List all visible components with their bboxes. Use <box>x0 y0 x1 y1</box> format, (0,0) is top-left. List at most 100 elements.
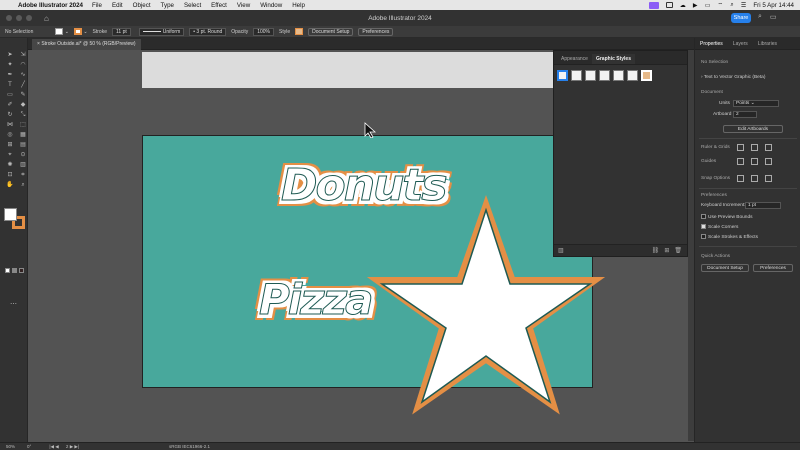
blend-tool-icon[interactable]: ⊙ <box>18 152 28 159</box>
opacity-field[interactable]: 100% <box>253 27 275 36</box>
variable-width-profile[interactable]: Uniform <box>138 27 185 36</box>
gradient-tool-icon[interactable]: ▤ <box>18 142 28 149</box>
width-tool-icon[interactable]: ⋈ <box>5 122 15 129</box>
magic-wand-icon[interactable]: ✦ <box>5 62 15 69</box>
menu-select[interactable]: Select <box>184 2 201 9</box>
preferences-button[interactable]: Preferences <box>753 264 793 272</box>
text-to-vector-link[interactable]: › Text to Vector Graphic (Beta) <box>701 75 765 80</box>
preferences-button[interactable]: Preferences <box>358 27 394 36</box>
libraries-menu-icon[interactable]: ▥ <box>558 247 564 254</box>
graphic-style-2[interactable] <box>571 70 582 81</box>
tab-layers[interactable]: Layers <box>728 41 753 47</box>
zoom-level[interactable]: 50% <box>6 444 15 449</box>
stroke-swatch[interactable]: ⌄ <box>73 28 88 35</box>
none-icon[interactable] <box>19 268 24 273</box>
line-tool-icon[interactable]: ╱ <box>18 82 28 89</box>
menu-type[interactable]: Type <box>161 2 174 9</box>
opacity-label[interactable]: Opacity <box>231 29 248 35</box>
window-icon[interactable] <box>665 2 673 8</box>
tab-properties[interactable]: Properties <box>695 41 728 47</box>
smart-guides-icon[interactable] <box>765 158 772 165</box>
ai-status-icon[interactable] <box>648 1 659 9</box>
close-window-icon[interactable] <box>6 15 12 21</box>
snap-pixel-icon[interactable] <box>751 175 758 182</box>
menu-effect[interactable]: Effect <box>211 2 227 9</box>
color-icon[interactable] <box>5 268 10 273</box>
graphic-style-4[interactable] <box>599 70 610 81</box>
units-select[interactable]: Points ⌄ <box>733 100 779 107</box>
document-setup-button[interactable]: Document Setup <box>701 264 749 272</box>
eraser-tool-icon[interactable]: ◆ <box>18 102 28 109</box>
show-guides-icon[interactable] <box>737 158 744 165</box>
workspace-icon[interactable]: ▭ <box>770 13 777 21</box>
artboard-tool-icon[interactable]: ⊡ <box>5 172 15 179</box>
play-icon[interactable]: ▶ <box>693 2 698 9</box>
control-center-icon[interactable]: ☰ <box>741 2 747 9</box>
artboard-1[interactable] <box>142 52 593 88</box>
snap-point-icon[interactable] <box>737 175 744 182</box>
document-tab[interactable]: × Stroke Outside.ai* @ 50 % (RGB/Preview… <box>32 39 141 50</box>
curvature-tool-icon[interactable]: ∿ <box>18 72 28 79</box>
minimize-window-icon[interactable] <box>16 15 22 21</box>
lasso-tool-icon[interactable]: ◠ <box>18 62 28 69</box>
paintbrush-tool-icon[interactable]: ✎ <box>18 92 28 99</box>
new-style-icon[interactable]: ⊞ <box>664 247 669 254</box>
edit-artboards-button[interactable]: Edit Artboards <box>723 125 783 133</box>
graphic-style-7[interactable] <box>641 70 652 81</box>
battery-icon[interactable]: ▭ <box>705 2 711 9</box>
home-icon[interactable]: ⌂ <box>44 14 49 23</box>
rotation-value[interactable]: 0° <box>27 444 31 449</box>
brush-definition[interactable]: • 3 pt. Round <box>189 27 227 36</box>
type-tool-icon[interactable]: T <box>5 82 15 89</box>
graphic-style-default[interactable] <box>557 70 568 81</box>
share-button[interactable]: Share <box>731 13 751 23</box>
fill-color-icon[interactable] <box>4 208 17 221</box>
style-swatch[interactable] <box>295 28 304 35</box>
datetime[interactable]: Fri 5 Apr 14:44 <box>753 2 794 9</box>
gradient-icon[interactable] <box>12 268 17 273</box>
graphic-style-6[interactable] <box>627 70 638 81</box>
stroke-weight-field[interactable]: 11 pt <box>112 27 131 36</box>
graph-tool-icon[interactable]: ▥ <box>18 162 28 169</box>
menu-help[interactable]: Help <box>292 2 305 9</box>
symbol-sprayer-icon[interactable]: ✺ <box>5 162 15 169</box>
snap-glyph-icon[interactable] <box>765 175 772 182</box>
tab-libraries[interactable]: Libraries <box>753 41 782 47</box>
shaper-tool-icon[interactable]: ✐ <box>5 102 15 109</box>
menu-object[interactable]: Object <box>133 2 151 9</box>
scale-corners-checkbox[interactable]: Scale Corners <box>701 224 738 230</box>
keyboard-increment-field[interactable]: 1 pt <box>745 202 781 209</box>
direct-selection-tool-icon[interactable]: ⇲ <box>18 52 28 59</box>
pen-tool-icon[interactable]: ✒ <box>5 72 15 79</box>
artboard-navigator[interactable]: |◀ ◀ 2 ▶ ▶| <box>49 444 79 450</box>
cloud-icon[interactable]: ☁ <box>680 2 686 9</box>
ruler-icon[interactable] <box>737 144 744 151</box>
break-link-icon[interactable]: ⛓ <box>652 247 660 254</box>
menu-app-name[interactable]: Adobe Illustrator 2024 <box>18 2 83 9</box>
menu-view[interactable]: View <box>237 2 250 9</box>
free-transform-icon[interactable]: ⬚ <box>18 122 28 129</box>
fill-stroke-control[interactable] <box>4 208 26 230</box>
shape-builder-icon[interactable]: ◎ <box>5 132 15 139</box>
graphic-style-5[interactable] <box>613 70 624 81</box>
pixel-grid-icon[interactable] <box>765 144 772 151</box>
zoom-window-icon[interactable] <box>26 15 32 21</box>
eyedropper-tool-icon[interactable]: ⌖ <box>5 152 15 159</box>
hand-tool-icon[interactable]: ✋ <box>5 182 15 189</box>
scale-strokes-checkbox[interactable]: Scale Strokes & Effects <box>701 234 758 240</box>
rectangle-tool-icon[interactable]: ▭ <box>5 92 15 99</box>
menu-window[interactable]: Window <box>260 2 282 9</box>
edit-toolbar-icon[interactable]: ⋯ <box>10 300 17 308</box>
delete-style-icon[interactable]: 🗑 <box>674 247 682 254</box>
fill-swatch[interactable]: ⌄ <box>55 28 69 35</box>
scale-tool-icon[interactable]: ⤡ <box>18 112 28 119</box>
lock-guides-icon[interactable] <box>751 158 758 165</box>
artboard-field[interactable]: 2 <box>733 111 757 118</box>
tab-appearance[interactable]: Appearance <box>557 54 592 64</box>
use-preview-bounds-checkbox[interactable]: Use Preview Bounds <box>701 214 753 220</box>
graphic-style-3[interactable] <box>585 70 596 81</box>
menu-file[interactable]: File <box>92 2 102 9</box>
search-icon[interactable]: ⌕ <box>758 13 762 21</box>
grid-icon[interactable] <box>751 144 758 151</box>
stroke-label[interactable]: Stroke <box>93 29 107 35</box>
